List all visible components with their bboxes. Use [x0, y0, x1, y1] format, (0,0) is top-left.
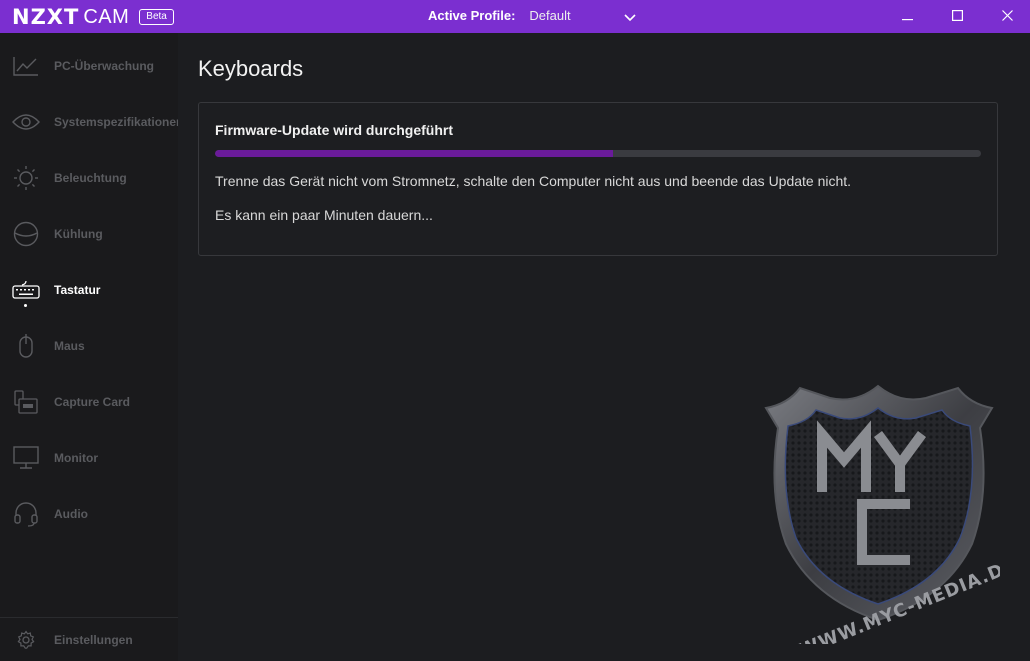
sidebar-item-label: Beleuchtung	[54, 171, 127, 185]
fan-icon	[12, 220, 40, 248]
close-icon	[1001, 8, 1013, 26]
sidebar-item-label: Audio	[54, 507, 88, 521]
chevron-down-icon[interactable]	[624, 10, 636, 25]
sidebar-item-mouse[interactable]: Maus	[0, 318, 178, 374]
logo-brand: NZXT	[12, 5, 80, 29]
sidebar-item-label: Systemspezifikationen	[54, 115, 184, 129]
sidebar-item-label: Kühlung	[54, 227, 103, 241]
sidebar: PC-Überwachung Systemspezifikationen Bel…	[0, 33, 183, 661]
sidebar-item-lighting[interactable]: Beleuchtung	[0, 150, 178, 206]
sidebar-item-label: PC-Überwachung	[54, 59, 155, 73]
maximize-icon	[951, 8, 963, 26]
eye-icon	[12, 108, 40, 136]
minimize-button[interactable]	[884, 0, 930, 33]
chart-line-icon	[12, 52, 40, 80]
sidebar-item-system-specs[interactable]: Systemspezifikationen	[0, 94, 183, 150]
maximize-button[interactable]	[934, 0, 980, 33]
profile-label: Active Profile:	[428, 8, 516, 23]
settings-label: Einstellungen	[54, 633, 133, 647]
update-progress-fill	[215, 150, 614, 157]
sidebar-item-settings[interactable]: Einstellungen	[0, 617, 178, 661]
myc-media-watermark: WWW.MYC-MEDIA.DE	[764, 384, 1000, 644]
close-button[interactable]	[984, 0, 1030, 33]
sidebar-item-label: Maus	[54, 339, 85, 353]
capture-card-icon	[12, 388, 40, 416]
page-title: Keyboards	[198, 56, 304, 81]
sidebar-item-cooling[interactable]: Kühlung	[0, 206, 178, 262]
sidebar-item-capture-card[interactable]: Capture Card	[0, 374, 178, 430]
title-bar: NZXT CAM Beta Active Profile: Default	[0, 0, 1030, 33]
active-profile-selector[interactable]: Active Profile: Default	[428, 8, 636, 23]
sidebar-item-label: Monitor	[54, 451, 98, 465]
update-progress-bar	[215, 150, 981, 157]
gear-icon	[12, 626, 40, 654]
logo-product: CAM	[83, 5, 130, 28]
headset-icon	[12, 500, 40, 528]
monitor-icon	[12, 444, 40, 472]
beta-badge: Beta	[139, 9, 174, 25]
update-duration-text: Es kann ein paar Minuten dauern...	[215, 207, 433, 223]
sidebar-item-label: Capture Card	[54, 395, 131, 409]
sidebar-item-label: Tastatur	[54, 283, 101, 297]
update-warning-text: Trenne das Gerät nicht vom Stromnetz, sc…	[215, 173, 852, 189]
minimize-icon	[901, 8, 913, 26]
keyboard-icon	[12, 276, 40, 304]
mouse-icon	[12, 332, 40, 360]
sidebar-item-audio[interactable]: Audio	[0, 486, 178, 542]
firmware-update-card: Firmware-Update wird durchgeführt Trenne…	[198, 102, 998, 256]
app-logo: NZXT CAM Beta	[12, 4, 174, 30]
active-indicator	[24, 304, 27, 307]
sidebar-item-monitor[interactable]: Monitor	[0, 430, 178, 486]
sidebar-item-keyboard[interactable]: Tastatur	[0, 262, 178, 318]
sidebar-item-pc-monitoring[interactable]: PC-Überwachung	[0, 38, 178, 94]
sun-icon	[12, 164, 40, 192]
profile-value[interactable]: Default	[529, 8, 570, 23]
update-title: Firmware-Update wird durchgeführt	[215, 122, 454, 138]
